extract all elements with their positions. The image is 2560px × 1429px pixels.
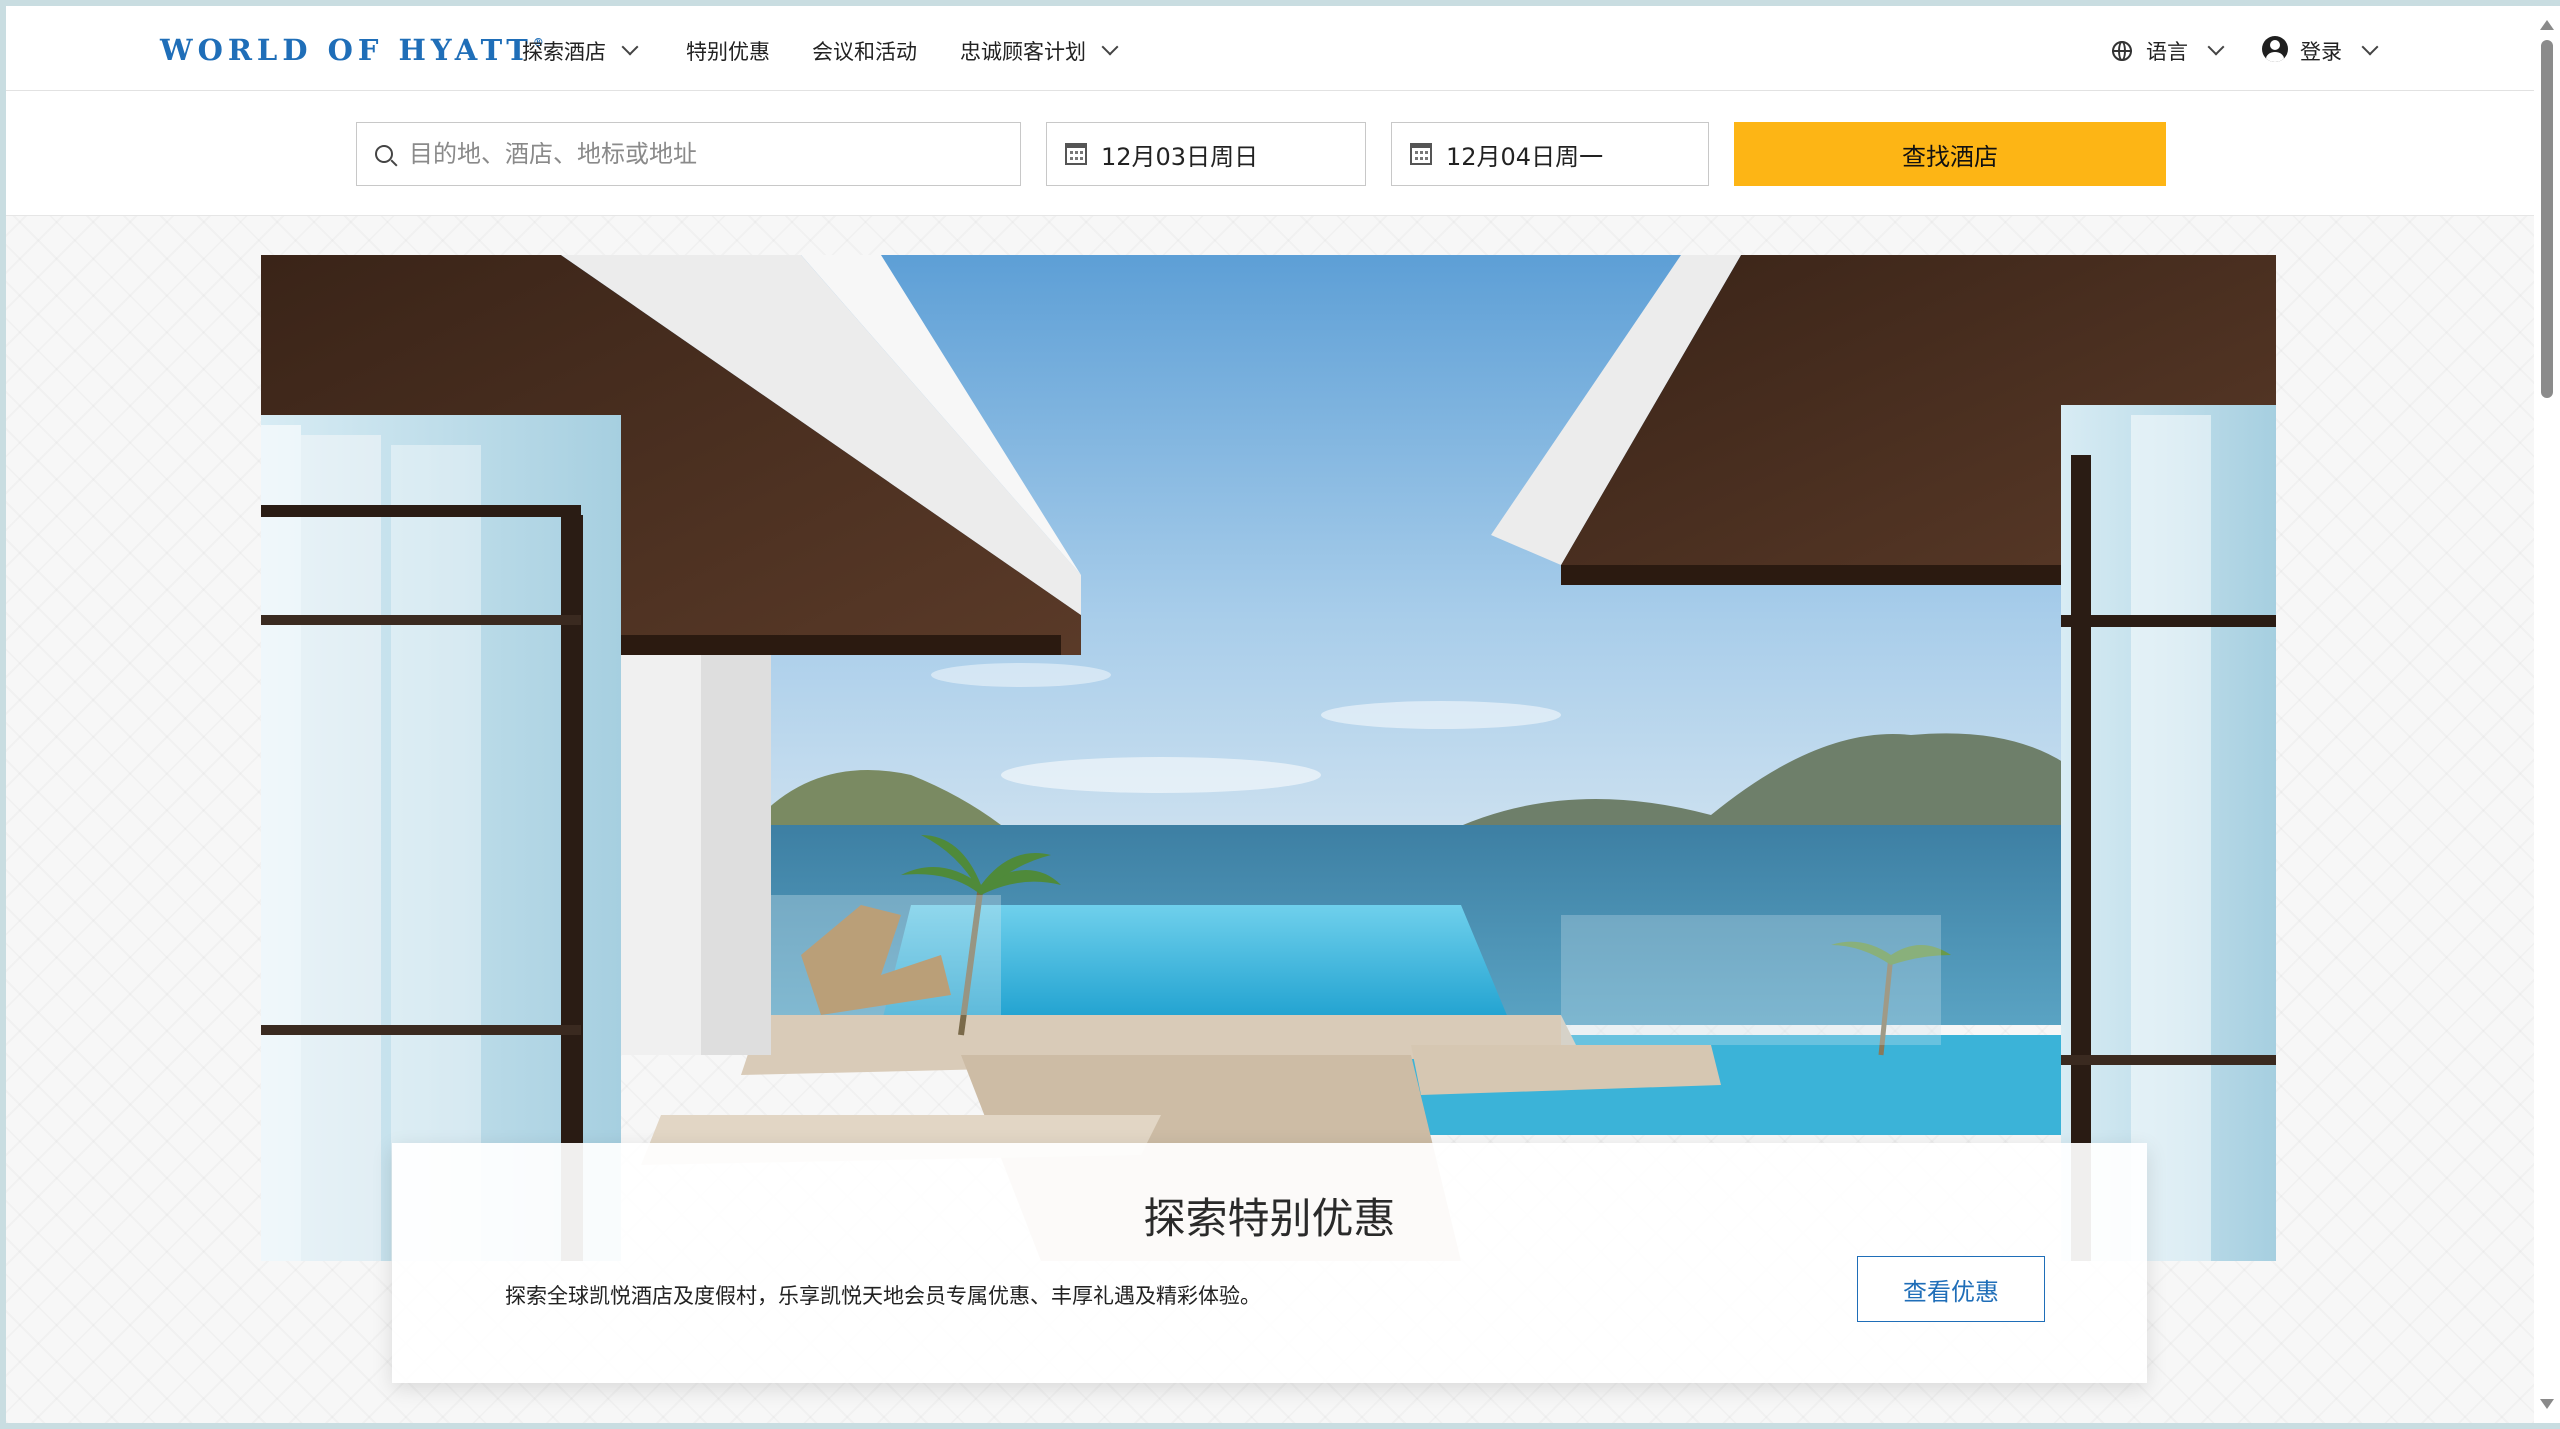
nav-meetings-events-label: 会议和活动	[812, 40, 917, 64]
destination-field[interactable]	[356, 122, 1021, 186]
nav-special-offers-label: 特别优惠	[686, 40, 770, 64]
scrollbar-thumb[interactable]	[2541, 40, 2553, 398]
nav-loyalty-program-label: 忠诚顾客计划	[960, 40, 1086, 64]
language-selector[interactable]: 语言	[2112, 36, 2225, 66]
nav-meetings-events[interactable]: 会议和活动	[812, 36, 917, 66]
checkout-date-value: 12月04日周一	[1446, 142, 1604, 171]
calendar-icon	[1410, 143, 1432, 165]
top-navigation: WORLD OF HYATT® 探索酒店 特别优惠 会议和活动 忠诚顾客计划 语…	[6, 6, 2534, 91]
browser-viewport: WORLD OF HYATT® 探索酒店 特别优惠 会议和活动 忠诚顾客计划 语…	[6, 6, 2534, 1423]
special-offers-description: 探索全球凯悦酒店及度假村，乐享凯悦天地会员专属优惠、丰厚礼遇及精彩体验。	[505, 1284, 1261, 1308]
find-hotels-button[interactable]: 查找酒店	[1734, 122, 2166, 186]
checkout-date-field[interactable]: 12月04日周一	[1391, 122, 1709, 186]
scroll-down-arrow-icon[interactable]	[2540, 1399, 2554, 1409]
globe-icon	[2112, 41, 2132, 61]
vertical-scrollbar[interactable]	[2534, 6, 2560, 1423]
chevron-down-icon	[2207, 38, 2225, 56]
view-offers-button[interactable]: 查看优惠	[1857, 1256, 2045, 1322]
chevron-down-icon	[2361, 38, 2379, 56]
special-offers-card: 探索特别优惠 探索全球凯悦酒店及度假村，乐享凯悦天地会员专属优惠、丰厚礼遇及精彩…	[392, 1143, 2147, 1383]
chevron-down-icon	[1101, 38, 1119, 56]
chevron-down-icon	[621, 38, 639, 56]
hotel-search-bar: 12月03日周日 12月04日周一 查找酒店	[6, 91, 2534, 216]
checkin-date-value: 12月03日周日	[1101, 142, 1259, 171]
nav-explore-hotels-label: 探索酒店	[522, 40, 606, 64]
language-label: 语言	[2146, 40, 2188, 64]
nav-explore-hotels[interactable]: 探索酒店	[522, 36, 639, 66]
logo-text: WORLD OF HYATT	[160, 33, 533, 67]
user-account-icon	[2262, 36, 2288, 62]
checkin-date-field[interactable]: 12月03日周日	[1046, 122, 1366, 186]
login-label: 登录	[2300, 40, 2342, 64]
special-offers-title: 探索特别优惠	[1143, 1194, 1396, 1243]
login-menu[interactable]: 登录	[2262, 32, 2379, 66]
hero-image	[261, 255, 2276, 1261]
calendar-icon	[1065, 143, 1087, 165]
search-icon	[375, 145, 393, 163]
destination-input[interactable]	[407, 139, 951, 169]
scroll-up-arrow-icon[interactable]	[2540, 20, 2554, 30]
nav-special-offers[interactable]: 特别优惠	[686, 36, 770, 66]
world-of-hyatt-logo[interactable]: WORLD OF HYATT®	[160, 33, 544, 67]
nav-loyalty-program[interactable]: 忠诚顾客计划	[960, 36, 1119, 66]
